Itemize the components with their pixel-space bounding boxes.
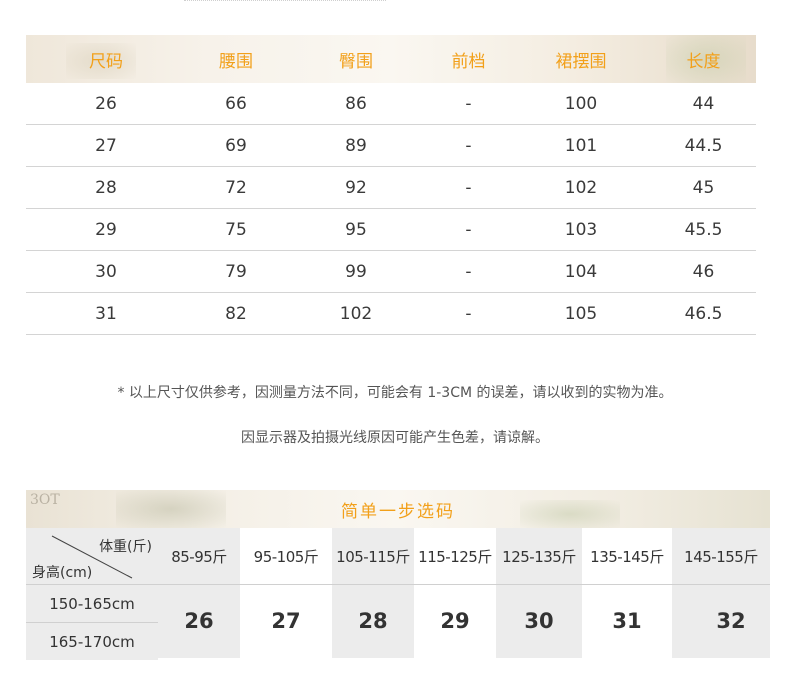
- header-waist: 腰围: [219, 51, 253, 72]
- height-range-label: 150-165cm: [26, 585, 158, 622]
- weight-range-header: 95-105斤: [253, 547, 319, 566]
- weight-range-header: 115-125斤: [418, 547, 492, 566]
- cell-hem: 104: [564, 261, 598, 282]
- cell-size: 27: [95, 135, 117, 156]
- table-row: 27 69 89 - 101 44.5: [26, 125, 756, 167]
- cell-hem: 103: [564, 219, 598, 240]
- cell-waist: 69: [225, 135, 247, 156]
- cell-waist: 79: [225, 261, 247, 282]
- size-table-header: 尺码 腰围 臀围 前档 裙摆围 长度: [26, 35, 756, 83]
- cell-hem: 105: [564, 303, 598, 324]
- cell-hip: 95: [345, 219, 367, 240]
- size-selector-table: 3OT 简单一步选码 体重(斤) 身高(cm) 85-95斤 95-105斤 1…: [26, 490, 770, 660]
- recommended-size: 31: [612, 609, 642, 633]
- table-row: 29 75 95 - 103 45.5: [26, 209, 756, 251]
- color-note: 因显示器及拍摄光线原因可能产生色差，请谅解。: [241, 430, 549, 446]
- cell-length: 44: [692, 93, 715, 114]
- cell-hip: 102: [339, 303, 373, 324]
- size-selector-title: 简单一步选码: [341, 501, 455, 522]
- weight-range-header: 125-135斤: [502, 547, 576, 566]
- recommended-size: 32: [716, 609, 746, 633]
- weight-range-header: 145-155斤: [684, 547, 758, 566]
- header-hip: 臀围: [339, 51, 373, 72]
- cell-waist: 75: [225, 219, 247, 240]
- cell-length: 45.5: [684, 219, 723, 240]
- size-table: 尺码 腰围 臀围 前档 裙摆围 长度 26 66 86 - 100 44 27 …: [26, 35, 756, 335]
- recommended-size: 27: [271, 609, 301, 633]
- size-selector-grid: 体重(斤) 身高(cm) 85-95斤 95-105斤 105-115斤 115…: [26, 528, 770, 660]
- recommended-size: 30: [524, 609, 554, 633]
- table-row: 26 66 86 - 100 44: [26, 83, 756, 125]
- table-row: 30 79 99 - 104 46: [26, 251, 756, 293]
- cell-size: 31: [95, 303, 117, 324]
- size-selector-title-bar: 3OT 简单一步选码: [26, 490, 770, 528]
- cell-front-rise: -: [465, 93, 472, 114]
- weight-range-header: 105-115斤: [336, 547, 410, 566]
- cell-size: 28: [95, 177, 117, 198]
- cell-length: 46: [692, 261, 715, 282]
- height-range-label: 165-170cm: [26, 623, 158, 660]
- corner-weight-label: 体重(斤): [99, 539, 152, 555]
- top-dotted-divider: [184, 0, 386, 3]
- cell-front-rise: -: [465, 303, 472, 324]
- recommended-size: 28: [358, 609, 388, 633]
- table-row: 31 82 102 - 105 46.5: [26, 293, 756, 335]
- cell-size: 26: [95, 93, 117, 114]
- cell-size: 29: [95, 219, 117, 240]
- header-length: 长度: [686, 51, 721, 72]
- cell-front-rise: -: [465, 261, 472, 282]
- cell-length: 45: [692, 177, 715, 198]
- cell-front-rise: -: [465, 135, 472, 156]
- measurement-note: * 以上尺寸仅供参考，因测量方法不同，可能会有 1-3CM 的误差，请以收到的实…: [117, 385, 673, 401]
- corner-header-cell: 体重(斤) 身高(cm): [26, 528, 158, 584]
- background-photo-text: 3OT: [30, 492, 60, 508]
- header-size: 尺码: [89, 51, 123, 72]
- corner-height-label: 身高(cm): [32, 565, 93, 581]
- recommended-size: 26: [184, 609, 214, 633]
- cell-hem: 102: [564, 177, 598, 198]
- title-background-decoration: [520, 500, 620, 528]
- cell-waist: 82: [225, 303, 247, 324]
- table-row: 28 72 92 - 102 45: [26, 167, 756, 209]
- cell-hip: 99: [345, 261, 367, 282]
- cell-hip: 92: [345, 177, 367, 198]
- title-background-decoration: [116, 490, 226, 528]
- cell-hip: 86: [345, 93, 367, 114]
- cell-hem: 100: [564, 93, 598, 114]
- cell-hem: 101: [564, 135, 598, 156]
- cell-hip: 89: [345, 135, 367, 156]
- header-hem: 裙摆围: [555, 51, 607, 72]
- header-front-rise: 前档: [451, 51, 486, 72]
- cell-front-rise: -: [465, 177, 472, 198]
- cell-waist: 66: [225, 93, 247, 114]
- weight-range-header: 85-95斤: [171, 547, 227, 566]
- cell-length: 46.5: [684, 303, 723, 324]
- cell-front-rise: -: [465, 219, 472, 240]
- recommended-size: 29: [440, 609, 470, 633]
- cell-waist: 72: [225, 177, 247, 198]
- cell-size: 30: [95, 261, 117, 282]
- cell-length: 44.5: [684, 135, 723, 156]
- weight-range-header: 135-145斤: [590, 547, 664, 566]
